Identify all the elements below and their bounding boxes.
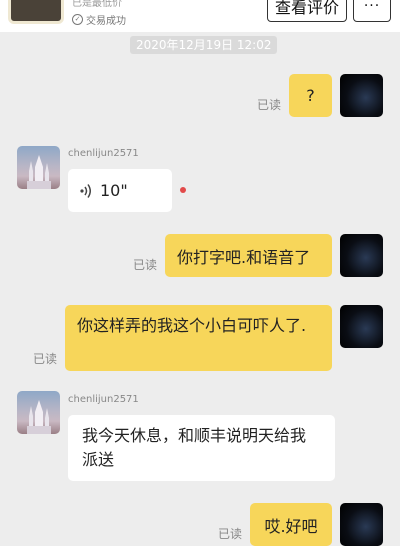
order-status: ✓ 交易成功: [72, 12, 126, 27]
castle-icon: [27, 400, 51, 434]
my-avatar[interactable]: [340, 503, 383, 546]
my-avatar[interactable]: [340, 74, 383, 117]
message-bubble-me[interactable]: ?: [289, 74, 332, 117]
message-bubble-other[interactable]: 我今天休息，和顺丰说明天给我派送: [68, 415, 335, 481]
read-receipt: 已读: [133, 258, 158, 272]
product-subtitle: 已是最低价: [72, 0, 122, 9]
read-receipt: 已读: [257, 98, 282, 112]
chat-timestamp: 2020年12月19日 12:02: [130, 36, 278, 54]
contact-username: chenlijun2571: [68, 148, 139, 159]
view-review-button[interactable]: 查看评价: [267, 0, 347, 22]
order-status-text: 交易成功: [86, 16, 126, 27]
message-bubble-me[interactable]: 你这样弄的我这个小白可吓人了.: [65, 305, 332, 371]
read-receipt: 已读: [218, 527, 243, 541]
check-icon: ✓: [72, 14, 83, 25]
castle-icon: [27, 155, 51, 189]
voice-duration: 10": [100, 181, 128, 200]
message-bubble-me[interactable]: 你打字吧.和语音了: [165, 234, 332, 277]
voice-wave-icon: [80, 183, 91, 198]
read-receipt: 已读: [33, 352, 58, 366]
message-bubble-me[interactable]: 哎.好吧: [250, 503, 332, 546]
product-thumbnail[interactable]: [8, 0, 64, 24]
unread-dot: [180, 187, 186, 193]
more-button[interactable]: ···: [353, 0, 391, 22]
my-avatar[interactable]: [340, 305, 383, 348]
contact-avatar[interactable]: [17, 146, 60, 189]
my-avatar[interactable]: [340, 234, 383, 277]
contact-username: chenlijun2571: [68, 394, 139, 405]
voice-message[interactable]: 10": [68, 169, 172, 212]
contact-avatar[interactable]: [17, 391, 60, 434]
